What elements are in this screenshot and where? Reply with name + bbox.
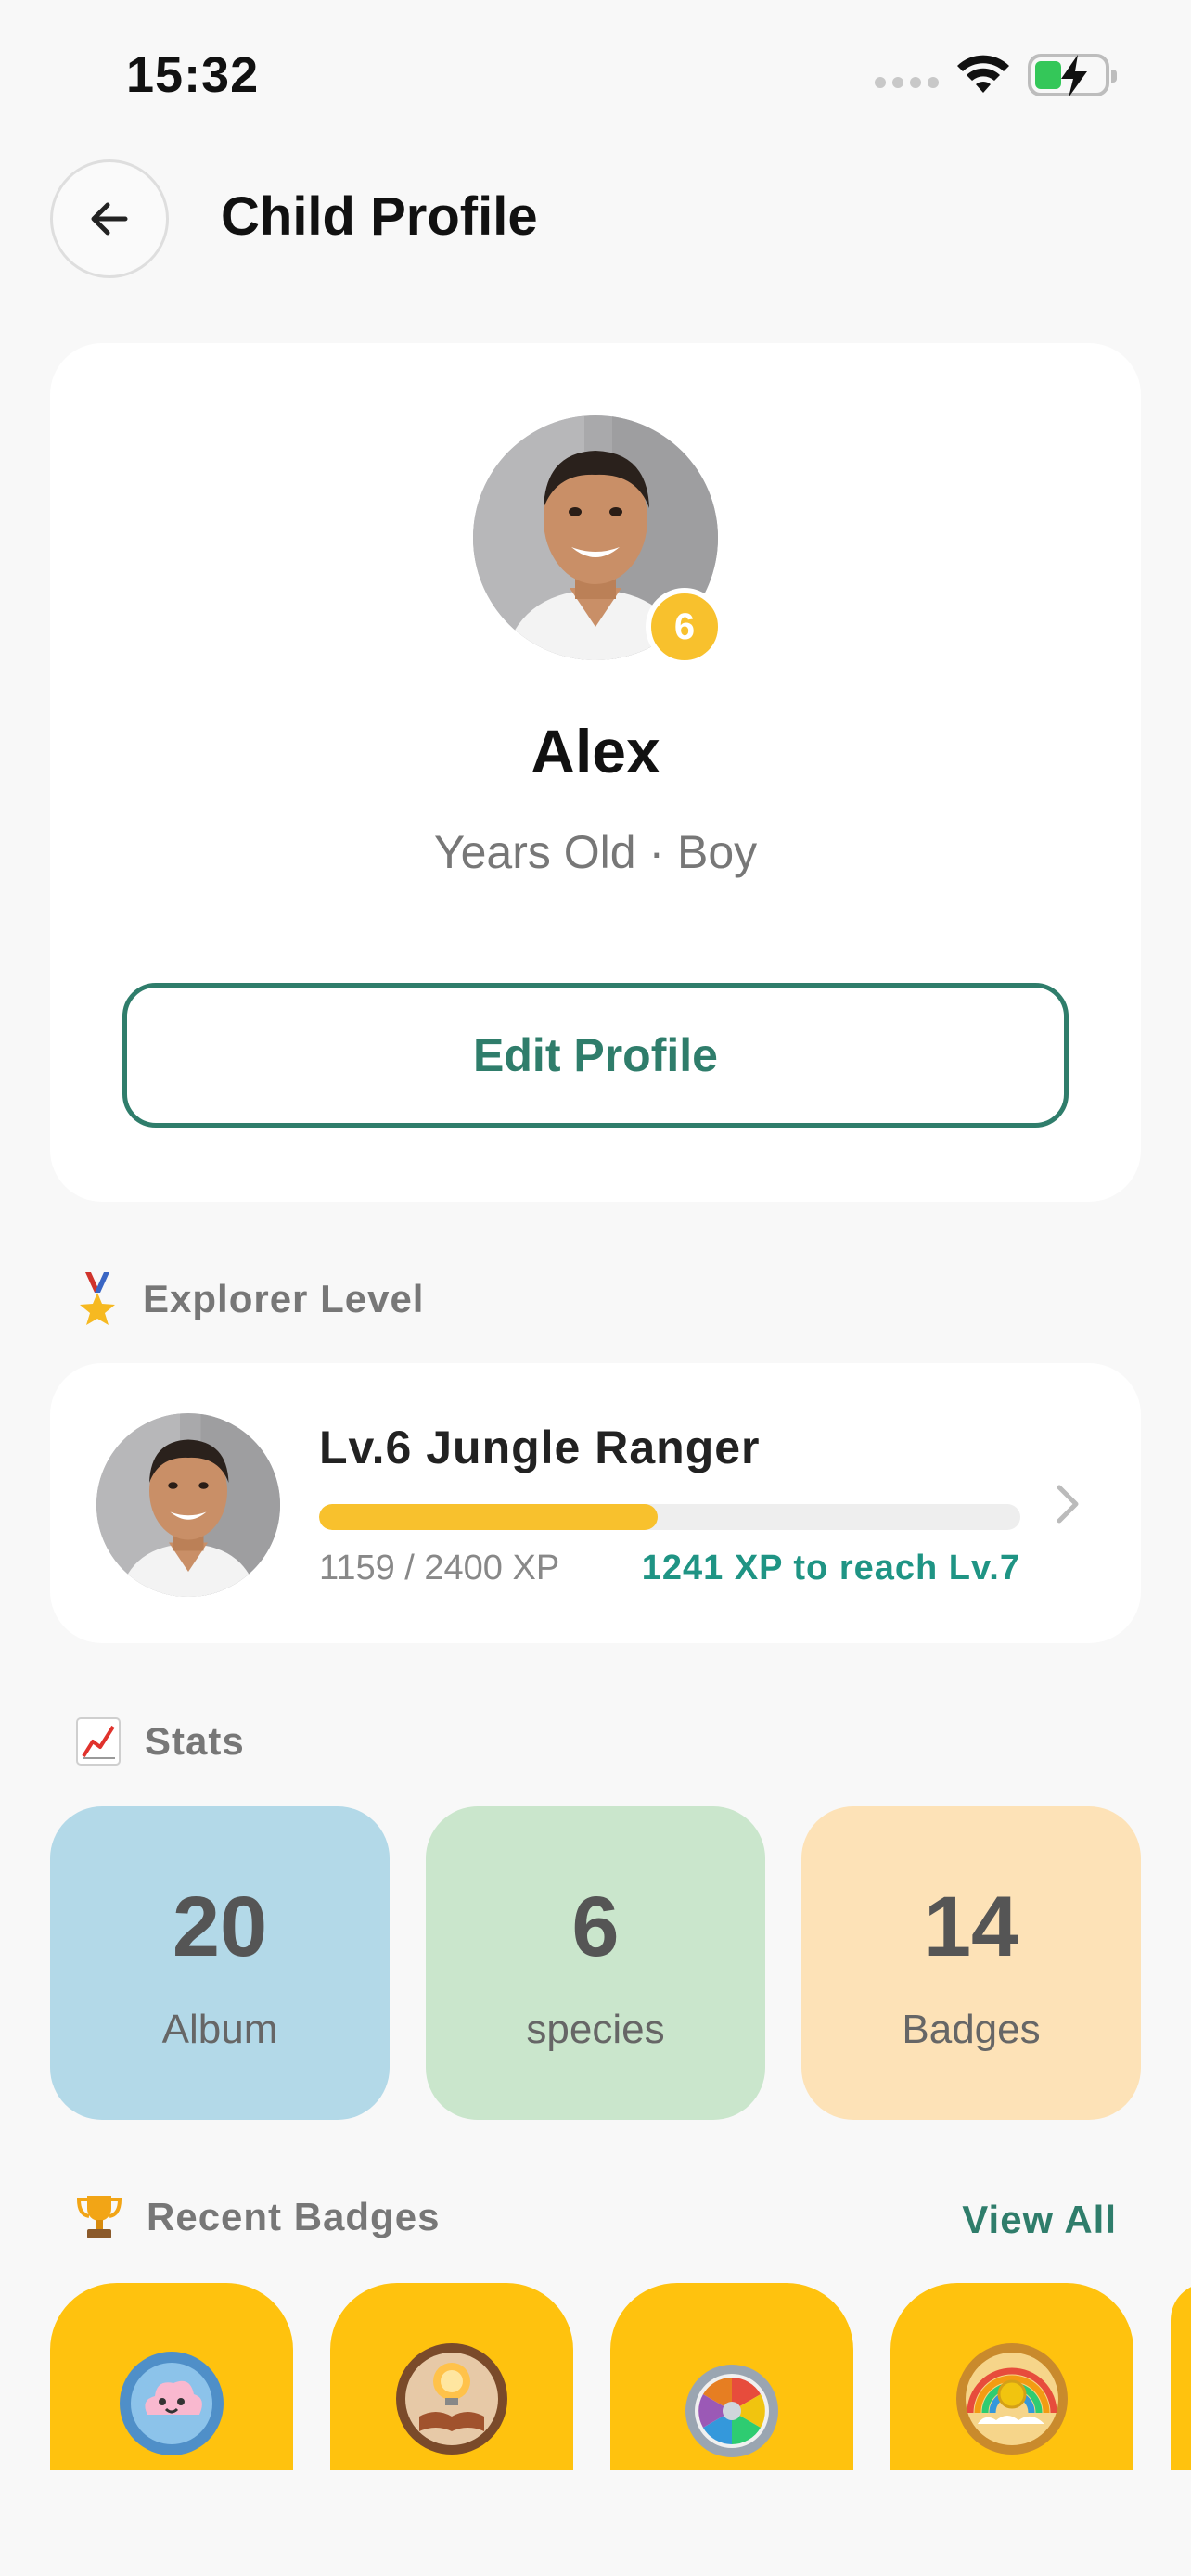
edit-profile-button[interactable]: Edit Profile [122, 983, 1069, 1128]
recent-badges-header: Recent Badges [76, 2192, 440, 2242]
badge-card[interactable] [890, 2283, 1133, 2470]
stat-album-tile[interactable]: 20 Album [50, 1806, 390, 2120]
badge-card[interactable] [50, 2283, 293, 2470]
child-details: Years Old · Boy [433, 826, 758, 878]
cloud-badge-icon [120, 2352, 224, 2455]
xp-remaining: 1241 XP to reach Lv.7 [641, 1549, 1020, 1588]
page-title: Child Profile [221, 186, 538, 247]
stat-value: 6 [571, 1880, 620, 1974]
level-avatar [96, 1413, 280, 1597]
section-title: Recent Badges [147, 2195, 441, 2238]
medal-icon [80, 1272, 115, 1325]
child-name: Alex [531, 717, 660, 785]
status-time: 15:32 [126, 47, 260, 103]
color-wheel-badge-icon [685, 2365, 778, 2457]
level-title: Lv.6 Jungle Ranger [319, 1422, 761, 1473]
rainbow-coin-badge-icon [956, 2343, 1068, 2455]
lightbulb-book-badge-icon [396, 2343, 507, 2455]
xp-count: 1159 / 2400 XP [319, 1549, 560, 1588]
stat-value: 20 [172, 1880, 268, 1974]
battery-charging-icon [1028, 54, 1117, 97]
xp-progress-bar [319, 1504, 1020, 1530]
age-badge: 6 [646, 588, 724, 666]
wifi-icon [957, 55, 1009, 93]
explorer-level-header: Explorer Level [76, 1272, 424, 1326]
badge-card[interactable] [330, 2283, 573, 2470]
status-icons [875, 54, 1117, 97]
section-title: Explorer Level [143, 1277, 425, 1320]
view-all-link[interactable]: View All [962, 2198, 1117, 2242]
back-button[interactable] [50, 159, 169, 278]
explorer-level-card[interactable]: Lv.6 Jungle Ranger 1159 / 2400 XP 1241 X… [50, 1363, 1141, 1643]
badge-card-partial[interactable] [1171, 2283, 1191, 2470]
chart-increasing-icon [76, 1717, 121, 1766]
cellular-signal-icon [875, 77, 939, 88]
stat-label: Album [161, 2007, 278, 2052]
chevron-right-icon [1057, 1485, 1079, 1524]
stats-header: Stats [76, 1717, 245, 1766]
child-profile-screen: 15:32 Child Profile 6 Alex Years Old · B… [0, 0, 1191, 2576]
stat-badges-tile[interactable]: 14 Badges [801, 1806, 1141, 2120]
arrow-left-icon [91, 202, 128, 236]
profile-card: 6 Alex Years Old · Boy Edit Profile [50, 343, 1141, 1202]
stat-label: species [526, 2007, 665, 2052]
section-title: Stats [145, 1719, 245, 1763]
stat-species-tile[interactable]: 6 species [426, 1806, 765, 2120]
badge-card[interactable] [610, 2283, 853, 2470]
xp-progress-fill [319, 1504, 659, 1530]
stat-label: Badges [902, 2007, 1041, 2052]
trophy-icon [76, 2196, 122, 2238]
stat-value: 14 [923, 1880, 1019, 1974]
